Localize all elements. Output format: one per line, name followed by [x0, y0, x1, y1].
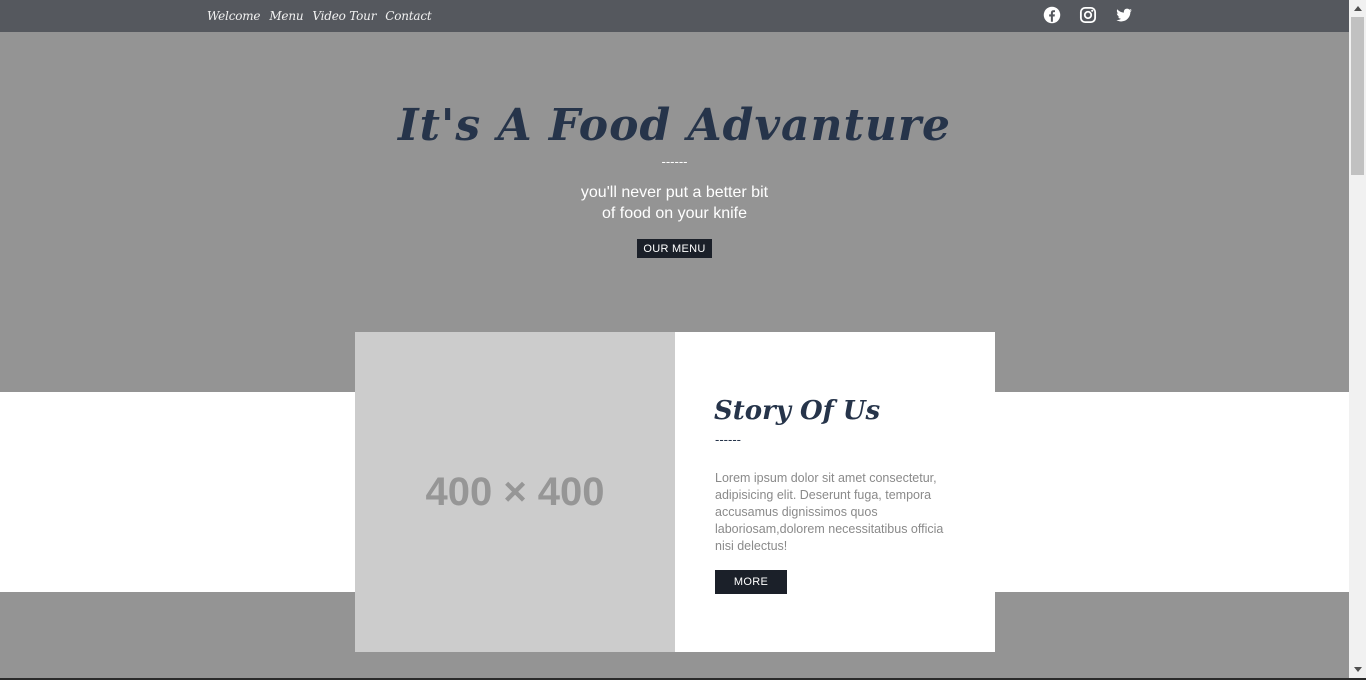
our-menu-button[interactable]: OUR MENU	[637, 239, 712, 258]
facebook-icon[interactable]	[1043, 6, 1061, 24]
scrollbar-thumb[interactable]	[1351, 17, 1364, 175]
hero-divider: ------	[661, 154, 688, 169]
twitter-icon[interactable]	[1115, 6, 1133, 24]
nav-link-welcome[interactable]: Welcome	[207, 9, 261, 23]
nav-link-video-tour[interactable]: Video Tour	[312, 9, 376, 23]
story-image-placeholder: 400 × 400	[355, 332, 675, 652]
vertical-scrollbar[interactable]	[1349, 0, 1366, 678]
hero-title: It's A Food Advanture	[398, 100, 951, 151]
scroll-down-arrow-icon[interactable]	[1349, 661, 1366, 678]
image-size-label: 400 × 400	[425, 469, 605, 514]
nav-links: Welcome Menu Video Tour Contact	[207, 0, 432, 32]
story-panel: Story Of Us ------ Lorem ipsum dolor sit…	[675, 332, 995, 652]
hero-subtitle-line-1: you'll never put a better bit	[580, 184, 769, 201]
nav-link-contact[interactable]: Contact	[385, 9, 431, 23]
hero-subtitle: you'll never put a better bit of food on…	[0, 182, 1349, 224]
social-links	[1043, 6, 1133, 24]
page: Welcome Menu Video Tour Contact It's A F…	[0, 0, 1366, 680]
more-button[interactable]: MORE	[715, 570, 787, 594]
hero-subtitle-line-2: of food on your knife	[602, 205, 747, 222]
instagram-icon[interactable]	[1079, 6, 1097, 24]
story-text: Lorem ipsum dolor sit amet consectetur, …	[715, 471, 944, 553]
story-title: Story Of Us	[714, 396, 881, 426]
nav-link-menu[interactable]: Menu	[269, 9, 303, 23]
top-navbar: Welcome Menu Video Tour Contact	[0, 0, 1349, 32]
scroll-up-arrow-icon[interactable]	[1349, 0, 1366, 17]
story-divider: ------	[715, 432, 741, 447]
